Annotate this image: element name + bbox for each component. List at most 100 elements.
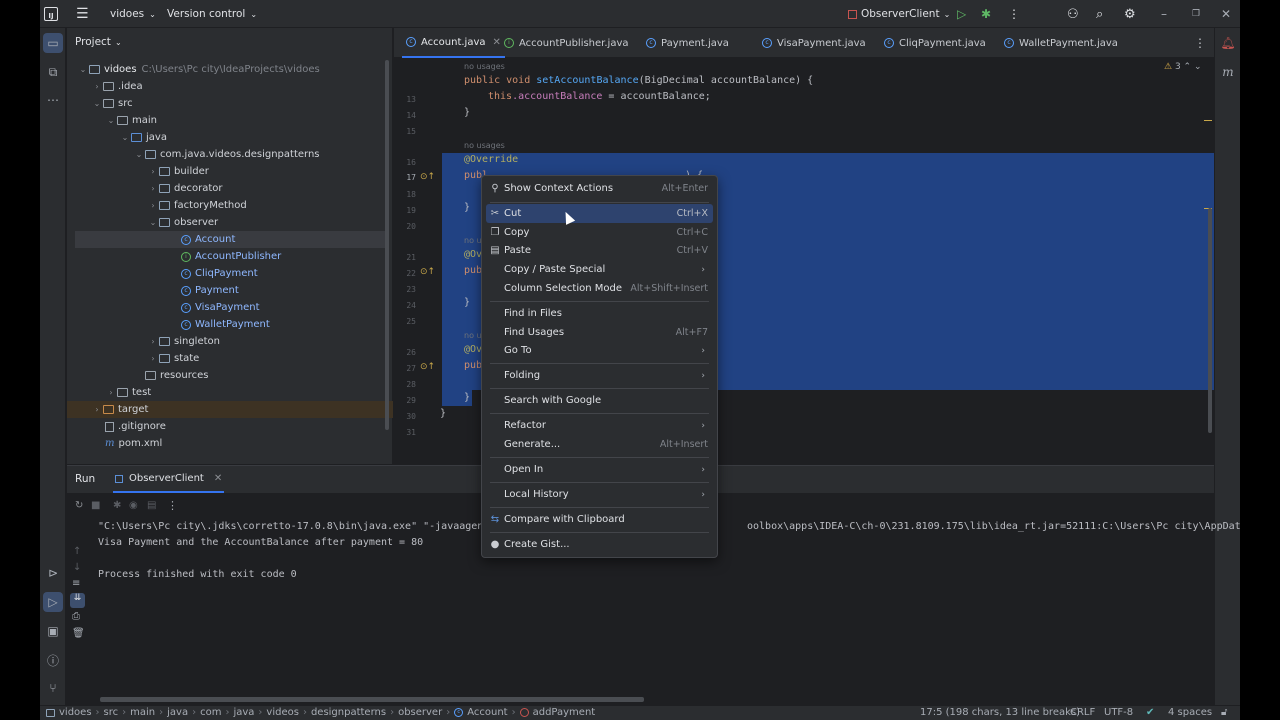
- breadcrumb-item[interactable]: c Account: [454, 707, 508, 718]
- menu-item-open-in[interactable]: Open In ›: [486, 460, 713, 479]
- breadcrumb-item[interactable]: addPayment: [519, 707, 595, 718]
- breadcrumb-item[interactable]: src: [104, 707, 119, 718]
- breadcrumb-item[interactable]: vidoes: [46, 707, 92, 718]
- line-separator[interactable]: CRLF: [1070, 707, 1095, 718]
- usage-hint[interactable]: no u: [464, 331, 482, 340]
- tree-item-walletpayment[interactable]: c WalletPayment: [75, 316, 395, 333]
- file-encoding[interactable]: UTF-8: [1104, 707, 1133, 718]
- breadcrumb-item[interactable]: observer: [398, 707, 442, 718]
- tab-payment-java[interactable]: c Payment.java: [646, 28, 729, 58]
- tree-item-state[interactable]: › state: [67, 350, 387, 367]
- tab-cliqpayment-java[interactable]: c CliqPayment.java: [884, 28, 986, 58]
- add-user-icon[interactable]: ⚇: [1067, 0, 1079, 28]
- menu-item-search-google[interactable]: Search with Google: [486, 391, 713, 410]
- tree-item-src[interactable]: ⌄ src: [67, 95, 387, 112]
- services-icon[interactable]: ⊳: [43, 563, 63, 583]
- maven-icon[interactable]: m: [1218, 62, 1238, 82]
- tabs-more-icon[interactable]: ⋮: [1194, 28, 1206, 58]
- menu-item-refactor[interactable]: Refactor ›: [486, 416, 713, 435]
- layout-icon[interactable]: ▤: [147, 500, 156, 511]
- breadcrumb-item[interactable]: java: [233, 707, 254, 718]
- debug-icon[interactable]: ✱: [981, 0, 991, 28]
- menu-item-column-selection[interactable]: Column Selection Mode Alt+Shift+Insert: [486, 279, 713, 298]
- soft-wrap-icon[interactable]: ≡: [72, 578, 80, 589]
- run-config-selector[interactable]: ObserverClient ⌄: [848, 0, 950, 28]
- run-icon[interactable]: ▷: [957, 0, 966, 28]
- main-menu-icon[interactable]: ☰: [76, 0, 89, 28]
- breadcrumb-item[interactable]: main: [130, 707, 155, 718]
- menu-item-folding[interactable]: Folding ›: [486, 366, 713, 385]
- search-icon[interactable]: ⌕: [1096, 0, 1103, 28]
- menu-item-create-gist[interactable]: ● Create Gist...: [486, 535, 713, 554]
- project-switcher[interactable]: vidoes ⌄: [110, 0, 156, 28]
- tree-item-package[interactable]: ⌄ com.java.videos.designpatterns: [67, 146, 387, 163]
- close-icon[interactable]: ✕: [1210, 0, 1240, 28]
- menu-item-find-usages[interactable]: Find Usages Alt+F7: [486, 323, 713, 342]
- override-gutter-icon[interactable]: ⊙↑: [420, 172, 435, 182]
- tree-item-payment[interactable]: c Payment: [75, 282, 395, 299]
- restore-icon[interactable]: ❐: [1180, 0, 1212, 28]
- tab-account-java[interactable]: c Account.java ✕: [402, 28, 505, 58]
- tree-item-account[interactable]: c Account: [75, 231, 385, 248]
- tab-accountpublisher-java[interactable]: i AccountPublisher.java: [504, 28, 629, 58]
- override-gutter-icon[interactable]: ⊙↑: [420, 267, 435, 277]
- tab-observerclient[interactable]: ObserverClient ✕: [113, 466, 225, 493]
- close-tab-icon[interactable]: ✕: [214, 473, 222, 484]
- menu-item-copy[interactable]: ❐ Copy Ctrl+C: [486, 223, 713, 242]
- tree-item-test[interactable]: › test: [67, 384, 387, 401]
- menu-item-show-context-actions[interactable]: ⚲ Show Context Actions Alt+Enter: [486, 179, 713, 198]
- settings-gear-icon[interactable]: ⚙: [1124, 0, 1136, 28]
- print-icon[interactable]: ⎙: [72, 611, 80, 622]
- lock-icon[interactable]: 🔓︎: [1221, 707, 1227, 718]
- menu-item-cut[interactable]: ✂ Cut Ctrl+X: [486, 204, 713, 223]
- caret-position[interactable]: 17:5 (198 chars, 13 line breaks): [920, 707, 1080, 718]
- notifications-icon[interactable]: 🔔︎: [1218, 33, 1238, 53]
- tree-item-builder[interactable]: › builder: [67, 163, 387, 180]
- tree-item-singleton[interactable]: › singleton: [67, 333, 387, 350]
- run-tool-icon[interactable]: ▷: [43, 592, 63, 612]
- problems-icon[interactable]: ⓘ: [43, 650, 63, 670]
- tree-item-factorymethod[interactable]: › factoryMethod: [67, 197, 387, 214]
- tree-item-resources[interactable]: resources: [67, 367, 387, 384]
- tab-visapayment-java[interactable]: c VisaPayment.java: [762, 28, 866, 58]
- scroll-up-icon[interactable]: ↑: [73, 546, 81, 557]
- close-tab-icon[interactable]: ✕: [493, 37, 501, 48]
- menu-item-find-in-files[interactable]: Find in Files: [486, 304, 713, 323]
- tree-item-cliqpayment[interactable]: c CliqPayment: [75, 265, 395, 282]
- vcs-widget[interactable]: Version control ⌄: [167, 0, 257, 28]
- tree-item-gitignore[interactable]: .gitignore: [67, 418, 387, 435]
- structure-icon[interactable]: ⧉: [43, 62, 63, 82]
- tree-item-target[interactable]: › target: [67, 401, 393, 418]
- tree-item-pom[interactable]: m pom.xml: [67, 435, 387, 452]
- project-folder-icon[interactable]: ▭: [43, 33, 63, 53]
- rerun-icon[interactable]: ↻: [75, 500, 83, 511]
- override-gutter-icon[interactable]: ⊙↑: [420, 362, 435, 372]
- menu-item-copy-paste-special[interactable]: Copy / Paste Special ›: [486, 260, 713, 279]
- camera-icon[interactable]: ◉: [129, 500, 138, 511]
- usage-hint[interactable]: no usages: [464, 62, 505, 71]
- minimize-icon[interactable]: –: [1148, 0, 1180, 28]
- tab-walletpayment-java[interactable]: c WalletPayment.java: [1004, 28, 1118, 58]
- more-tools-icon[interactable]: ⋯: [43, 90, 63, 110]
- menu-item-compare-clipboard[interactable]: ⇆ Compare with Clipboard: [486, 510, 713, 529]
- tree-item-visapayment[interactable]: c VisaPayment: [75, 299, 395, 316]
- project-panel-header[interactable]: Project ⌄: [75, 36, 122, 48]
- menu-item-go-to[interactable]: Go To ›: [486, 341, 713, 360]
- tree-item-decorator[interactable]: › decorator: [67, 180, 387, 197]
- tree-item-main[interactable]: ⌄ main: [67, 112, 387, 129]
- warnings-indicator[interactable]: ⚠ 3 ⌃ ⌄: [1164, 62, 1202, 72]
- git-icon[interactable]: ⑂: [43, 678, 63, 698]
- breadcrumb-item[interactable]: java: [167, 707, 188, 718]
- vim-status-icon[interactable]: ✔: [1146, 707, 1154, 718]
- debug-small-icon[interactable]: ✱: [113, 500, 121, 511]
- tree-root[interactable]: ⌄ vidoes C:\Users\Pc city\IdeaProjects\vid…: [67, 61, 387, 78]
- tree-item-accountpublisher[interactable]: i AccountPublisher: [75, 248, 395, 265]
- more-actions-icon[interactable]: ⋮: [1008, 0, 1020, 28]
- trash-icon[interactable]: 🗑︎: [72, 628, 85, 639]
- editor-scrollbar[interactable]: [1208, 208, 1212, 433]
- breadcrumb-item[interactable]: com: [200, 707, 221, 718]
- scroll-to-end-icon[interactable]: ⇊: [70, 593, 85, 608]
- app-logo-icon[interactable]: IJ: [44, 0, 58, 28]
- stop-icon[interactable]: ■: [91, 500, 100, 511]
- menu-item-local-history[interactable]: Local History ›: [486, 485, 713, 504]
